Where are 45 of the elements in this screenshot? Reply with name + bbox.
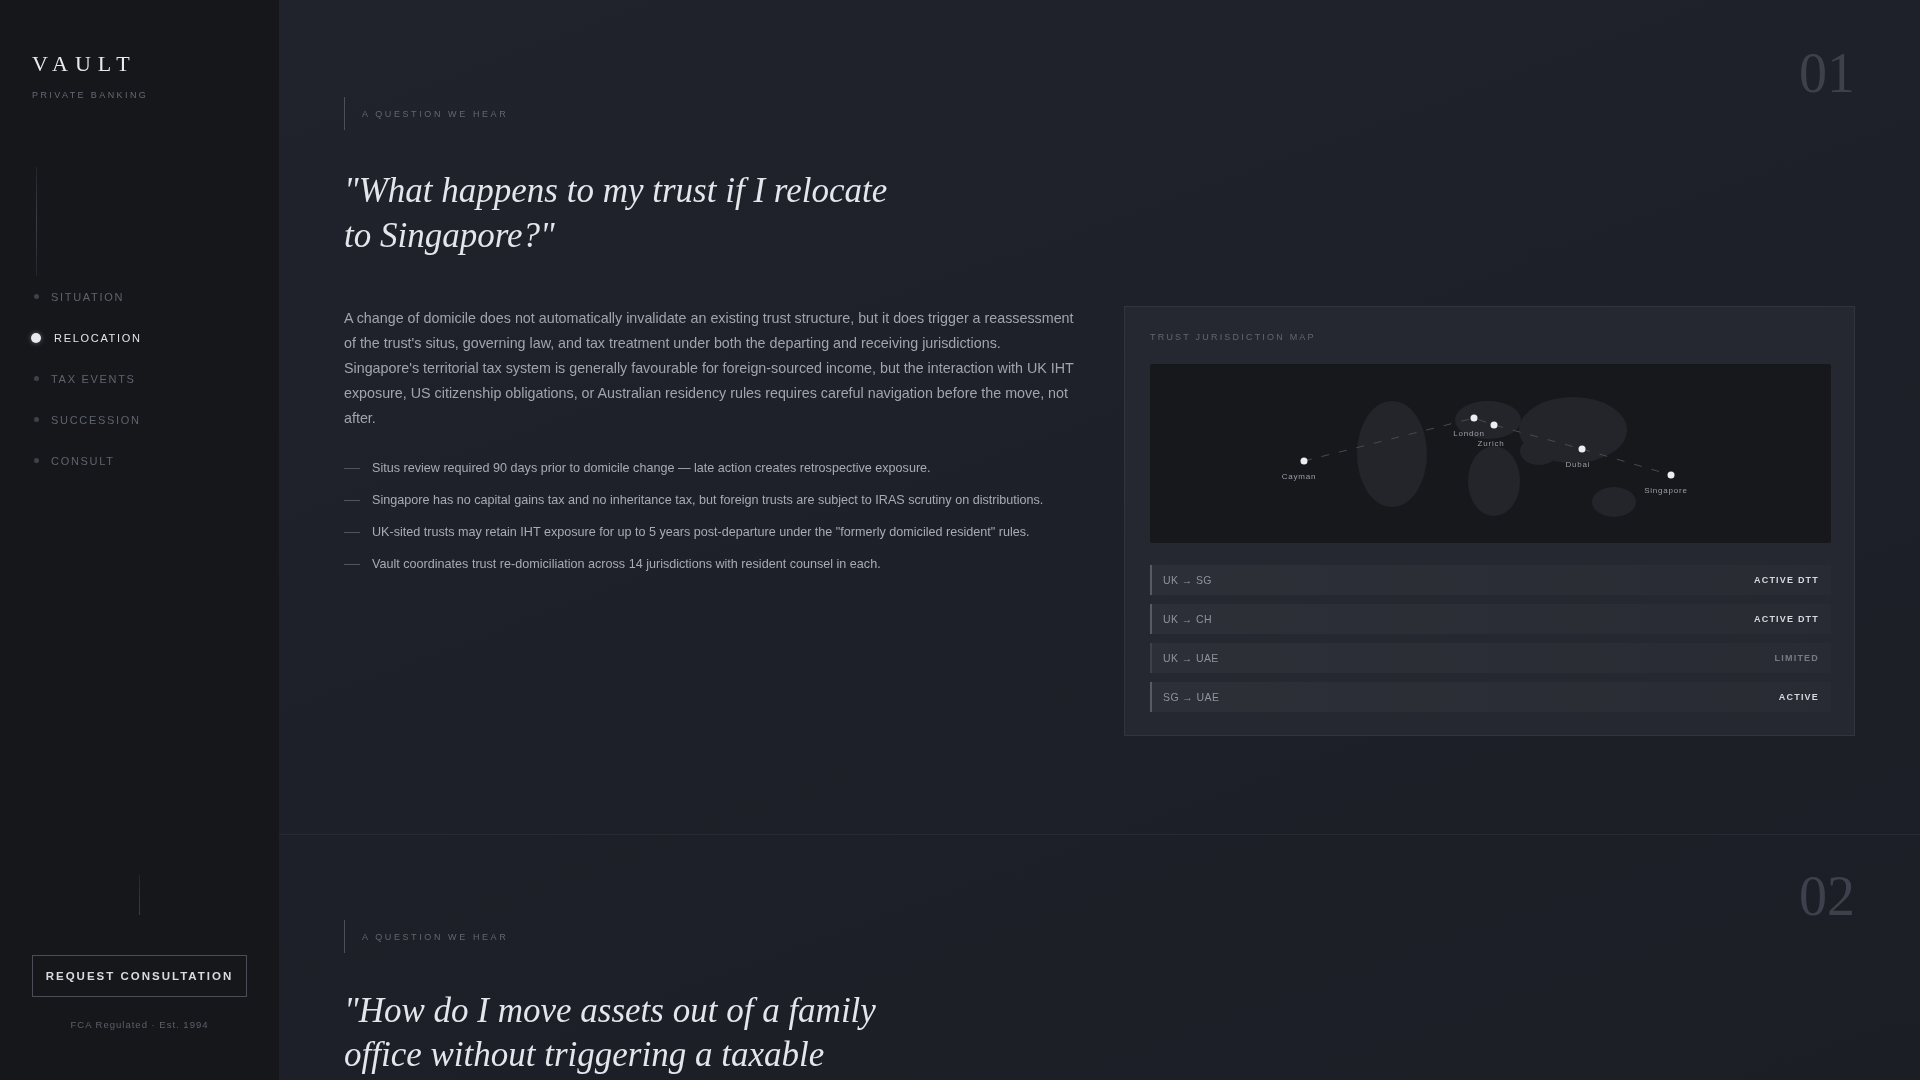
nav-dot-icon (33, 376, 39, 381)
logo: VAULT (32, 51, 137, 77)
point-text: Vault coordinates trust re-domiciliation across 14 jurisdictions with resident counsel in each. (372, 556, 881, 573)
route-status: ACTIVE (1778, 692, 1819, 702)
nav-dot-icon (31, 332, 41, 343)
route-status: ACTIVE DTT (1754, 575, 1819, 585)
dash-icon (344, 499, 360, 501)
city-label: Dubai (1565, 460, 1591, 469)
city-dot-icon (1490, 421, 1498, 429)
body-paragraph: A change of domicile does not automatically invalidate an existing trust structure, but it does trigger a reassessment of the trust's situs, governing law, and tax treatment under both the departing and receiving jurisdictions. Singapore's territorial tax system is generally favourable for foreign-sourced income, but the interaction with UK IHT exposure, US citizenship obligations, or Australian residency rules requires careful navigation before the move, not after. (344, 309, 1075, 428)
route-text: UK → UAE (1163, 652, 1219, 664)
dash-icon (344, 467, 360, 469)
route-text: SG → UAE (1163, 691, 1220, 703)
nav-link[interactable]: CONSULT (32, 440, 115, 481)
city-dot-icon (1300, 457, 1308, 465)
nav-dot-icon (33, 417, 39, 422)
city-label: Cayman (1281, 472, 1317, 481)
consultation-button[interactable]: REQUEST CONSULTATION (32, 955, 247, 997)
city-dot-icon (1470, 414, 1478, 422)
eyebrow-label: A QUESTION WE HEAR (362, 930, 509, 943)
nav-link[interactable]: TAX EVENTS (32, 358, 136, 399)
route-status: LIMITED (1774, 653, 1819, 663)
footer-note: FCA Regulated · Est. 1994 (70, 1019, 209, 1031)
dash-icon (344, 531, 360, 533)
tagline: PRIVATE BANKING (32, 89, 149, 101)
route-text: UK → CH (1163, 613, 1212, 625)
city-dot-icon (1667, 471, 1675, 479)
route-text: UK → SG (1163, 574, 1212, 586)
city-dot-icon (1578, 445, 1586, 453)
city-label: Zurich (1477, 439, 1505, 448)
nav-link[interactable]: SITUATION (32, 276, 125, 317)
city-label: London (1453, 429, 1485, 438)
question-heading: "How do I move assets out of a family office without triggering a taxable (344, 990, 877, 1076)
nav-link[interactable]: SUCCESSION (32, 399, 141, 440)
city-label: Singapore (1644, 486, 1688, 495)
point-text: UK-sited trusts may retain IHT exposure for up to 5 years post-departure under the "formerly domiciled resident" rules. (372, 524, 1030, 541)
panel-title: TRUST JURISDICTION MAP (1150, 331, 1316, 343)
nav-link[interactable]: RELOCATION (32, 317, 142, 358)
nav-dot-icon (33, 458, 39, 463)
question-heading: "What happens to my trust if I relocate to Singapore?" (344, 170, 889, 257)
point-text: Situs review required 90 days prior to domicile change — late action creates retrospective exposure. (372, 460, 931, 477)
nav-dot-icon (33, 294, 39, 299)
point-text: Singapore has no capital gains tax and no inheritance tax, but foreign trusts are subject to IRAS scrutiny on distributions. (372, 492, 1044, 509)
route-status: ACTIVE DTT (1754, 614, 1819, 624)
dash-icon (344, 563, 360, 565)
